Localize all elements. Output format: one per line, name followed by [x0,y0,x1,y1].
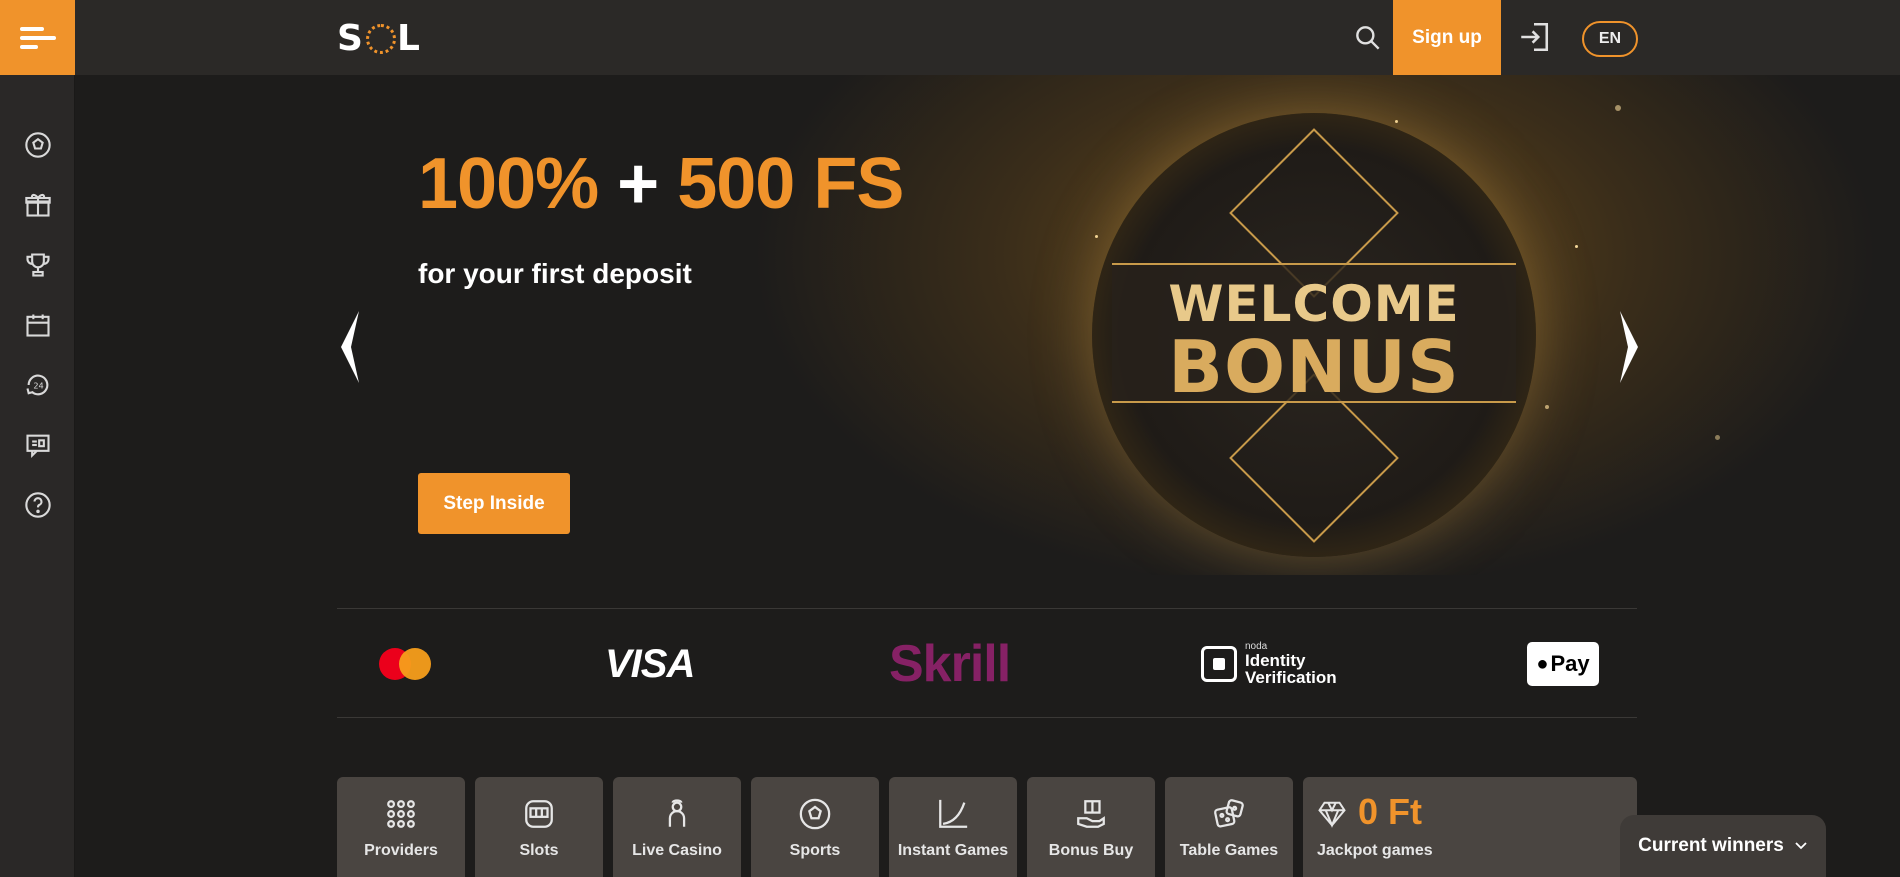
mastercard-logo [379,609,431,719]
welcome-bonus-coin: WELCOME BONUS [1092,113,1536,557]
slot-machine-icon [525,800,553,828]
current-winners-toggle[interactable]: Current winners [1620,815,1826,877]
category-label: Bonus Buy [1048,842,1134,859]
category-label: Sports [789,842,841,859]
category-label: Live Casino [632,842,722,859]
chat-icon [25,434,50,459]
sidebar-item-sports[interactable] [0,115,75,175]
hero-title-plus: + [598,144,678,224]
logo-letter-l: L [396,18,422,59]
category-bonus-buy[interactable]: Bonus Buy [1027,777,1155,877]
top-bar: S L Sign up EN [75,0,1900,75]
jackpot-amount: 0 Ft [1358,791,1423,832]
sidebar-item-promotions[interactable] [0,175,75,235]
hero-title-percent: 100% [418,144,599,224]
help-icon [24,492,51,518]
soccer-ball-icon [24,132,51,158]
category-label: Table Games [1179,842,1279,859]
step-inside-button[interactable]: Step Inside [418,473,570,534]
visa-logo: VISA [605,641,695,686]
noda-line1: Identity [1245,651,1306,670]
chevron-down-icon [1795,842,1807,850]
sidebar-item-calendar[interactable] [0,295,75,355]
sun-logo-icon [365,23,396,54]
noda-line2: Verification [1245,668,1337,687]
apple-icon: ● [1536,652,1549,675]
sidebar-nav: 24 [0,115,75,535]
diamond-icon [1318,801,1346,828]
support-24-icon: 24 [25,374,48,396]
sidebar-item-chat[interactable] [0,415,75,475]
logo-letter-s: S [337,18,365,59]
soccer-ball-icon [799,798,831,830]
carousel-prev-icon[interactable] [337,307,367,387]
hero-subtitle: for your first deposit [418,258,692,289]
svg-text:24: 24 [33,381,43,391]
hamburger-icon [19,22,56,54]
skrill-logo: Skrill [889,635,1011,693]
noda-identity-logo: noda Identity Verification [1201,609,1337,719]
sidebar: 24 [0,0,75,877]
grid-dots-icon [387,800,415,828]
category-table-games[interactable]: Table Games [1165,777,1293,877]
hero-banner: 100% + 500 FS for your first deposit Ste… [75,75,1900,575]
current-winners-label: Current winners [1638,835,1784,856]
category-slots[interactable]: Slots [475,777,603,877]
sidebar-item-help[interactable] [0,475,75,535]
sidebar-item-support[interactable]: 24 [0,355,75,415]
noda-icon [1201,646,1237,682]
apple-pay-logo: ● Pay [1527,642,1599,686]
hero-title-fs: 500 FS [677,144,904,224]
category-instant-games[interactable]: Instant Games [889,777,1017,877]
category-live-casino[interactable]: Live Casino [613,777,741,877]
carousel-next-icon[interactable] [1612,307,1642,387]
calendar-icon [25,314,50,337]
category-label: Slots [519,842,559,859]
signup-button[interactable]: Sign up [1393,0,1501,75]
gift-icon [24,193,51,217]
sidebar-item-tournaments[interactable] [0,235,75,295]
payment-methods: VISA Skrill noda Identity Verification ●… [337,608,1637,718]
category-label: Providers [364,842,438,859]
dealer-icon [668,799,686,827]
jackpot-label: Jackpot games [1317,842,1433,859]
category-sports[interactable]: Sports [751,777,879,877]
category-label: Instant Games [897,842,1009,859]
coin-text-bonus: BONUS [1168,325,1460,409]
language-selector[interactable]: EN [1582,21,1638,57]
logo[interactable]: S L [337,18,422,59]
graph-icon [939,799,968,828]
search-icon[interactable] [1352,22,1384,54]
jackpot-games-tile[interactable]: 0 Ft Jackpot games [1303,777,1637,877]
apple-pay-text: Pay [1550,651,1590,676]
dice-icon [1214,799,1244,828]
hero-title: 100% + 500 FS [418,143,904,225]
login-icon[interactable] [1517,20,1551,54]
menu-button[interactable] [0,0,75,75]
bonus-hand-icon [1077,800,1105,828]
category-providers[interactable]: Providers [337,777,465,877]
trophy-icon [25,253,50,277]
